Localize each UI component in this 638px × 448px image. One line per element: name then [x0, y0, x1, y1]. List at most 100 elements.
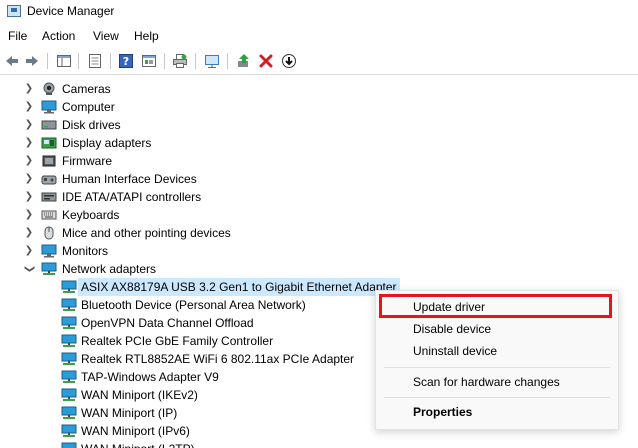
chevron-right-icon[interactable]: ❯ — [24, 116, 34, 134]
hid-icon — [41, 175, 57, 185]
tree-device-label: WAN Miniport (IPv6) — [81, 424, 190, 438]
network-adapter-icon — [61, 280, 77, 293]
computer-icon — [41, 100, 57, 114]
show-hide-console-tree-icon[interactable] — [55, 52, 73, 70]
tree-device-wan-ipv6[interactable]: WAN Miniport (IPv6) — [0, 422, 400, 440]
tree-category-label: Keyboards — [62, 208, 120, 222]
network-adapter-icon — [61, 316, 77, 329]
network-adapter-icon — [41, 262, 57, 275]
tree-category-label: Human Interface Devices — [62, 172, 197, 186]
view-icon[interactable] — [140, 52, 158, 70]
network-adapter-icon — [61, 388, 77, 401]
highlight-box — [379, 294, 612, 318]
display-adapter-icon — [41, 137, 57, 149]
chevron-right-icon[interactable]: ❯ — [24, 152, 34, 170]
tree-device-realtek-wifi[interactable]: Realtek RTL8852AE WiFi 6 802.11ax PCIe A… — [0, 350, 400, 368]
menu-action[interactable]: Action — [42, 29, 75, 43]
svg-text:?: ? — [123, 55, 129, 68]
title-bar: Device Manager — [0, 0, 638, 24]
tree-category-ide-ata-atapi-controllers[interactable]: ❯ IDE ATA/ATAPI controllers — [0, 188, 300, 206]
window-title: Device Manager — [27, 4, 115, 18]
uninstall-device-menu-item[interactable]: Uninstall device — [376, 340, 618, 362]
tree-category-label: Mice and other pointing devices — [62, 226, 231, 240]
tree-device-label: Realtek RTL8852AE WiFi 6 802.11ax PCIe A… — [81, 352, 355, 366]
chevron-right-icon[interactable]: ❯ — [24, 80, 34, 98]
chevron-right-icon[interactable]: ❯ — [24, 188, 34, 206]
toolbar: ? — [0, 48, 638, 75]
menu-bar: File Action View Help — [0, 26, 638, 46]
scan-hardware-monitor-icon[interactable] — [203, 52, 221, 70]
forward-arrow-icon[interactable] — [23, 52, 41, 70]
mouse-icon — [44, 226, 54, 240]
disable-device-menu-item[interactable]: Disable device — [376, 318, 618, 340]
enable-device-down-arrow-icon[interactable] — [280, 52, 298, 70]
tree-device-label: WAN Miniport (IP) — [81, 406, 178, 420]
chevron-right-icon[interactable]: ❯ — [24, 170, 34, 188]
network-adapter-icon — [61, 442, 77, 448]
tree-category-cameras[interactable]: ❯ Cameras — [0, 80, 300, 98]
menu-divider — [384, 397, 610, 398]
network-adapter-icon — [61, 352, 77, 365]
tree-device-realtek-gbe[interactable]: Realtek PCIe GbE Family Controller — [0, 332, 400, 350]
tree-category-keyboards[interactable]: ❯ Keyboards — [0, 206, 300, 224]
tree-category-label: Display adapters — [62, 136, 152, 150]
chevron-right-icon[interactable]: ❯ — [24, 98, 34, 116]
back-arrow-icon[interactable] — [3, 52, 21, 70]
tree-category-monitors[interactable]: ❯ Monitors — [0, 242, 300, 260]
menu-file[interactable]: File — [8, 29, 27, 43]
tree-device-label: Bluetooth Device (Personal Area Network) — [81, 298, 306, 312]
chevron-right-icon[interactable]: ❯ — [24, 224, 34, 242]
chevron-right-icon[interactable]: ❯ — [24, 206, 34, 224]
tree-category-firmware[interactable]: ❯ Firmware — [0, 152, 300, 170]
print-icon[interactable] — [171, 52, 189, 70]
tree-category-network-adapters[interactable]: ❯ Network adapters — [0, 260, 300, 278]
help-icon[interactable]: ? — [117, 52, 135, 70]
properties-menu-item[interactable]: Properties — [376, 401, 618, 423]
tree-device-asix-adapter[interactable]: ASIX AX88179A USB 3.2 Gen1 to Gigabit Et… — [0, 278, 400, 296]
menu-view[interactable]: View — [93, 29, 119, 43]
tree-device-bluetooth-pan[interactable]: Bluetooth Device (Personal Area Network) — [0, 296, 400, 314]
tree-device-openvpn-dco[interactable]: OpenVPN Data Channel Offload — [0, 314, 400, 332]
menu-divider — [384, 367, 610, 368]
tree-category-label: Firmware — [62, 154, 112, 168]
tree-category-computer[interactable]: ❯ Computer — [0, 98, 300, 116]
menu-help[interactable]: Help — [134, 29, 159, 43]
chevron-right-icon[interactable]: ❯ — [24, 242, 34, 260]
update-driver-icon[interactable] — [235, 52, 253, 70]
uninstall-x-icon[interactable] — [257, 52, 275, 70]
tree-category-label: Network adapters — [62, 262, 157, 276]
chevron-right-icon[interactable]: ❯ — [24, 134, 34, 152]
tree-category-label: IDE ATA/ATAPI controllers — [62, 190, 202, 204]
tree-category-display-adapters[interactable]: ❯ Display adapters — [0, 134, 300, 152]
tree-device-label: OpenVPN Data Channel Offload — [81, 316, 254, 330]
tree-device-wan-ip[interactable]: WAN Miniport (IP) — [0, 404, 400, 422]
tree-device-wan-l2tp[interactable]: WAN Miniport (L2TP) — [0, 440, 400, 448]
tree-category-mice[interactable]: ❯ Mice and other pointing devices — [0, 224, 300, 242]
tree-device-label: Realtek PCIe GbE Family Controller — [81, 334, 274, 348]
keyboard-icon — [41, 210, 57, 220]
tree-category-human-interface-devices[interactable]: ❯ Human Interface Devices — [0, 170, 300, 188]
tree-device-label: WAN Miniport (IKEv2) — [81, 388, 198, 402]
network-adapter-icon — [61, 370, 77, 383]
network-adapter-icon — [61, 406, 77, 419]
tree-category-label: Computer — [62, 100, 115, 114]
tree-category-label: Monitors — [62, 244, 109, 258]
device-manager-icon — [7, 5, 21, 17]
network-adapter-icon — [61, 424, 77, 437]
tree-category-label: Disk drives — [62, 118, 121, 132]
tree-device-tap-windows[interactable]: TAP-Windows Adapter V9 — [0, 368, 400, 386]
tree-device-label: TAP-Windows Adapter V9 — [81, 370, 219, 384]
tree-device-wan-ikev2[interactable]: WAN Miniport (IKEv2) — [0, 386, 400, 404]
network-adapter-icon — [61, 334, 77, 347]
network-adapter-icon — [61, 298, 77, 311]
properties-sheet-icon[interactable] — [86, 52, 104, 70]
scan-hardware-menu-item[interactable]: Scan for hardware changes — [376, 371, 618, 393]
tree-category-disk-drives[interactable]: ❯ Disk drives — [0, 116, 300, 134]
chevron-down-icon[interactable]: ❯ — [20, 264, 38, 274]
monitor-icon — [41, 244, 57, 258]
tree-device-label: WAN Miniport (L2TP) — [81, 440, 195, 448]
tree-device-label: ASIX AX88179A USB 3.2 Gen1 to Gigabit Et… — [78, 278, 400, 296]
tree-category-label: Cameras — [62, 82, 111, 96]
camera-icon — [43, 82, 55, 95]
disk-drive-icon — [41, 120, 57, 130]
